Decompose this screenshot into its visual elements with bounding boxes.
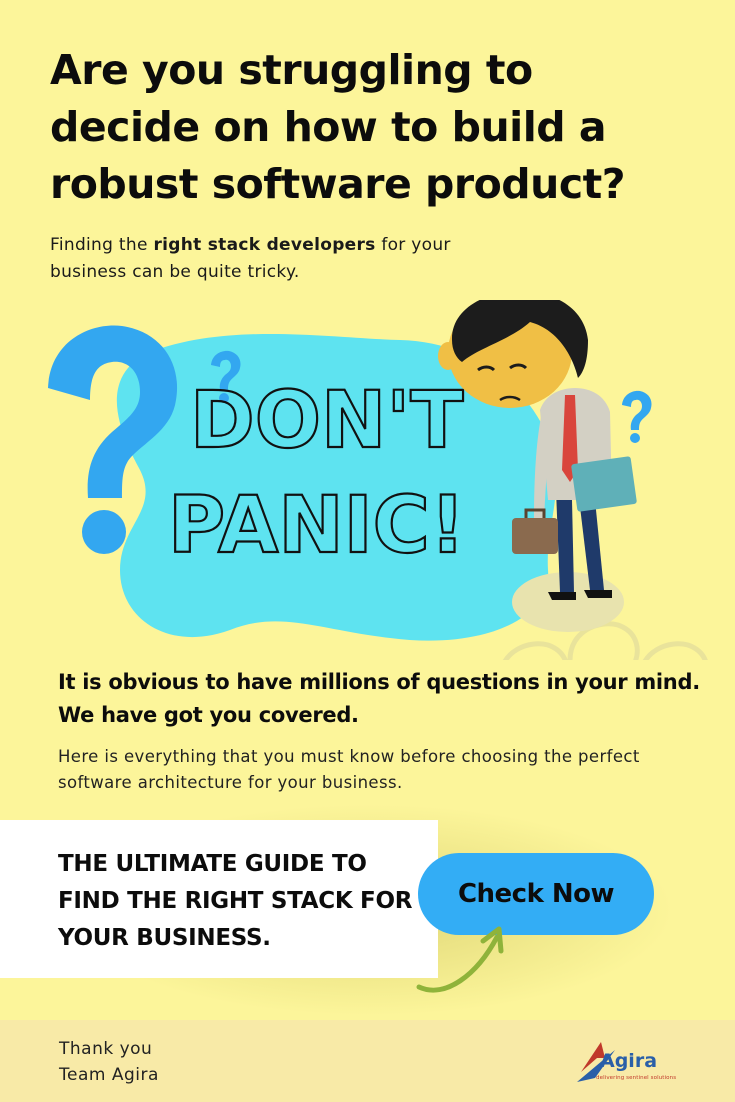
- headline: Are you struggling to decide on how to b…: [50, 46, 626, 208]
- footer-line2: Team Agira: [59, 1065, 159, 1085]
- obvious-text: It is obvious to have millions of questi…: [58, 670, 700, 727]
- briefcase-icon: [512, 518, 558, 554]
- intro-text: Finding the right stack developers for y…: [50, 232, 470, 286]
- panic-line2: PANIC!: [168, 481, 466, 571]
- curved-arrow-icon: [416, 926, 504, 993]
- panic-line1: DON'T: [190, 376, 463, 466]
- intro-before: Finding the: [50, 235, 154, 255]
- faint-question-marks: [502, 621, 708, 660]
- here-text: Here is everything that you must know be…: [58, 747, 640, 792]
- question-mark-icon: [622, 390, 652, 443]
- dont-panic-illustration: DON'T PANIC!: [48, 300, 708, 660]
- logo-name: Agira: [600, 1050, 658, 1072]
- logo-tagline: delivering sentinel solutions: [596, 1075, 677, 1081]
- guide-title: THE ULTIMATE GUIDE TO FIND THE RIGHT STA…: [58, 851, 413, 951]
- footer-line1: Thank you: [59, 1039, 153, 1059]
- intro-bold: right stack developers: [153, 235, 376, 255]
- footer-thanks: Thank you Team Agira: [59, 1036, 259, 1088]
